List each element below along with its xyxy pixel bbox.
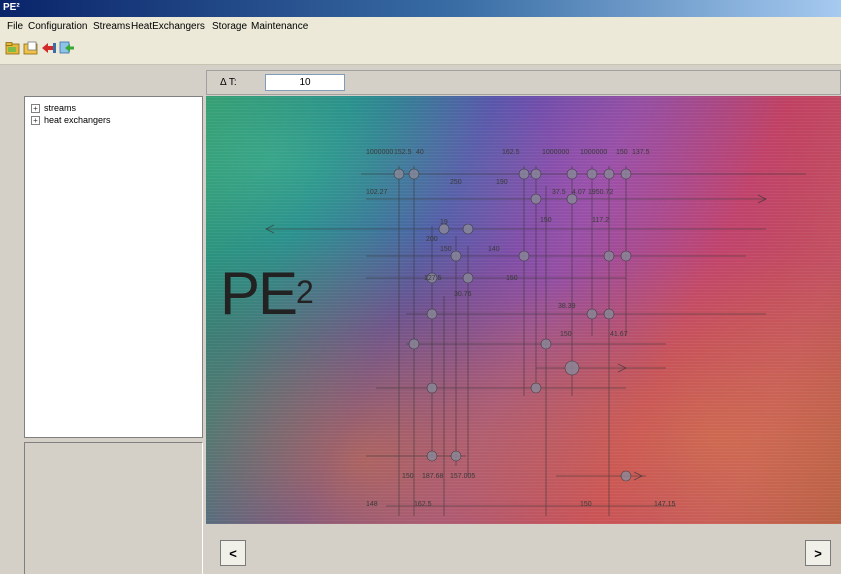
node-label: 38.39 xyxy=(558,303,576,310)
node-label: 1000000 xyxy=(580,149,607,156)
tree-item-label: heat exchangers xyxy=(44,115,111,125)
node-label: 148 xyxy=(366,501,378,508)
node-label: 37.5 xyxy=(552,189,566,196)
tree-item-heat-exchangers[interactable]: + heat exchangers xyxy=(31,114,111,126)
node-label: 150 xyxy=(506,275,518,282)
node-label: 150 xyxy=(560,331,572,338)
node-label: 152.5 xyxy=(394,149,412,156)
node-label: 40 xyxy=(416,149,424,156)
menu-maintenance[interactable]: Maintenance xyxy=(251,21,308,32)
menu-heat-exchangers[interactable]: HeatExchangers xyxy=(131,21,205,32)
import-icon[interactable] xyxy=(41,41,57,55)
toolbar xyxy=(0,36,841,65)
node-label: 150 xyxy=(616,149,628,156)
node-label: 117.2 xyxy=(592,217,609,224)
next-button[interactable]: > xyxy=(805,540,831,566)
node-label: 102.27 xyxy=(366,189,388,196)
details-panel xyxy=(24,442,203,574)
logo-text: PE xyxy=(220,260,298,327)
menu-configuration[interactable]: Configuration xyxy=(28,21,87,32)
delta-t-label: Δ T: xyxy=(220,77,237,88)
node-label: 1000000 xyxy=(542,149,569,156)
tree-item-streams[interactable]: + streams xyxy=(31,102,76,114)
delta-t-bar: Δ T: 10 xyxy=(206,70,841,95)
menu-file[interactable]: File xyxy=(7,21,23,32)
logo-superscript: 2 xyxy=(296,274,314,310)
title-bar: PE² xyxy=(0,0,841,17)
node-label: 150 xyxy=(402,473,414,480)
node-label: 200 xyxy=(426,236,438,243)
tree-view[interactable]: + streams + heat exchangers xyxy=(24,96,203,438)
node-label: 137.5 xyxy=(632,149,650,156)
previous-button[interactable]: < xyxy=(220,540,246,566)
node-label: 150 xyxy=(440,246,452,253)
node-label: 1950.72 xyxy=(588,189,613,196)
node-label: 4.07 xyxy=(572,189,586,196)
node-label: 30.76 xyxy=(454,291,472,298)
node-label: 157.005 xyxy=(450,473,475,480)
node-label: 150 xyxy=(540,217,552,224)
expand-icon[interactable]: + xyxy=(31,115,40,125)
node-label: 162.5 xyxy=(502,149,520,156)
delta-t-input[interactable]: 10 xyxy=(265,74,345,91)
tree-item-label: streams xyxy=(44,103,77,113)
navigation-bar: < > xyxy=(206,524,841,573)
node-label: 250 xyxy=(450,179,462,186)
node-label: 187.68 xyxy=(422,473,444,480)
diagram-labels: 1000000 152.5 40 162.5 1000000 1000000 1… xyxy=(366,149,676,508)
export-icon[interactable] xyxy=(59,41,75,55)
open-folder-icon[interactable] xyxy=(5,41,21,55)
node-label: 190 xyxy=(496,179,508,186)
network-canvas[interactable]: 1000000 152.5 40 162.5 1000000 1000000 1… xyxy=(206,96,841,524)
window-title: PE² xyxy=(3,2,20,13)
node-label: 140 xyxy=(488,246,500,253)
node-label: 147.15 xyxy=(654,501,676,508)
pe2-logo: PE2 xyxy=(220,264,314,324)
node-label: 1000000 xyxy=(366,149,393,156)
open-file-icon[interactable] xyxy=(23,41,39,55)
menu-streams[interactable]: Streams xyxy=(93,21,130,32)
node-label: 127.5 xyxy=(424,275,442,282)
node-label: 162.5 xyxy=(414,501,432,508)
node-label: 19 xyxy=(440,219,448,226)
node-label: 150 xyxy=(580,501,592,508)
menu-storage[interactable]: Storage xyxy=(212,21,247,32)
menu-bar: File Configuration Streams HeatExchanger… xyxy=(0,17,841,36)
node-label: 41.67 xyxy=(610,331,628,338)
expand-icon[interactable]: + xyxy=(31,103,40,113)
